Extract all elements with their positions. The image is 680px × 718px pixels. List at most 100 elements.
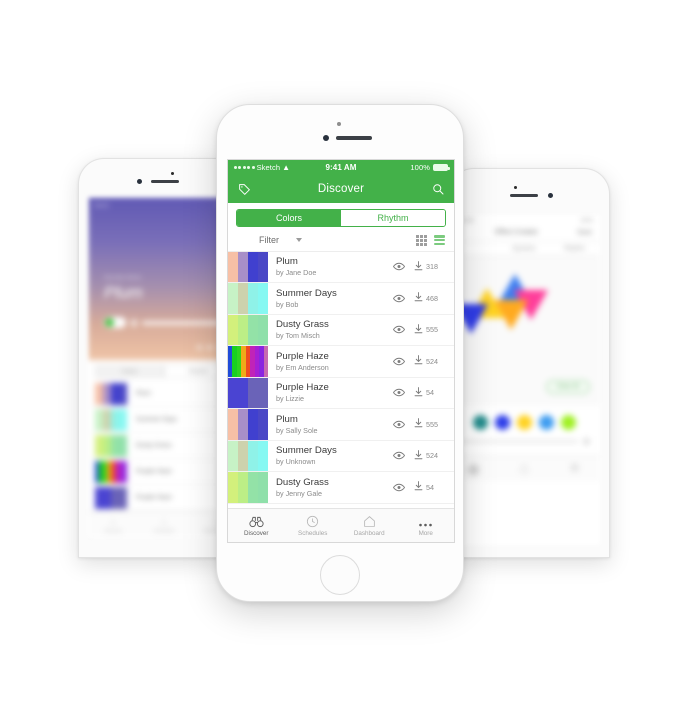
right-segmented-control[interactable]: Dynamic Rhythm [448, 242, 600, 256]
palette-row[interactable]: Summer Days by Unknown 524 [228, 440, 454, 473]
left-palette-swatch [95, 460, 127, 483]
palette-swatch [228, 377, 268, 409]
color-dot[interactable] [494, 415, 510, 430]
download-group[interactable]: 555 [414, 321, 446, 339]
left-slider-track[interactable] [142, 320, 226, 325]
wifi-icon: ▲ [282, 162, 291, 172]
palette-swatch [228, 440, 268, 472]
palette-author: by Jane Doe [276, 268, 317, 278]
download-icon[interactable] [414, 321, 423, 339]
right-seg-dynamic[interactable]: Dynamic [499, 242, 550, 255]
filter-dropdown[interactable]: Filter [259, 235, 302, 245]
right-nav-bar: Effect Creator Save [448, 224, 600, 242]
right-seg-rhythm[interactable]: Rhythm [549, 242, 600, 255]
eye-icon[interactable] [393, 388, 405, 397]
download-group[interactable]: 318 [414, 258, 446, 276]
tab-bar[interactable]: Discover Schedules Dashboard More [228, 508, 454, 542]
palette-row[interactable]: Summer Days by Bob 468 [228, 283, 454, 315]
right-effect-canvas[interactable]: Clear All [448, 256, 600, 406]
clear-all-button[interactable]: Clear All [545, 380, 590, 394]
left-slider-knob[interactable] [130, 318, 138, 327]
swatch-color [258, 314, 268, 346]
right-color-dots[interactable] [448, 406, 600, 438]
right-slider-knob[interactable] [583, 438, 590, 445]
list-view-icon[interactable] [434, 235, 445, 246]
palette-row[interactable]: Purple Haze by Em Anderson 524 [228, 346, 454, 378]
download-group[interactable]: 54 [414, 384, 446, 402]
download-group[interactable]: 524 [414, 352, 446, 370]
eye-icon[interactable] [393, 420, 405, 429]
left-segmented-control[interactable]: Colors Rhythm [95, 365, 233, 378]
palette-title: Purple Haze [276, 382, 329, 394]
right-tab-bar[interactable]: ◉ ⌂ ≡ [448, 455, 600, 481]
right-tab-home[interactable]: ⌂ [499, 456, 550, 481]
grid-view-icon[interactable] [416, 235, 427, 246]
palette-row[interactable]: Purple Haze by Lizzie 54 [228, 377, 454, 410]
right-tab-sliders[interactable]: ≡ [549, 456, 600, 481]
download-group[interactable]: 468 [414, 289, 446, 307]
front-camera-icon [323, 135, 329, 141]
download-icon[interactable] [414, 415, 423, 433]
right-slider[interactable] [448, 438, 600, 455]
download-icon[interactable] [414, 289, 423, 307]
download-icon[interactable] [414, 384, 423, 402]
swatch-color [119, 434, 127, 457]
left-palette-title: Summer Days [136, 416, 178, 423]
palette-row[interactable]: Dusty Grass by Jenny Gale 54 [228, 472, 454, 504]
color-dot[interactable] [516, 415, 532, 430]
palette-meta: Purple Haze by Lizzie [268, 378, 393, 409]
tab-schedules[interactable]: Schedules [285, 515, 342, 537]
palette-row[interactable]: Dusty Grass by Tom Misch 555 [228, 314, 454, 347]
tab-label: Schedules [298, 529, 328, 537]
download-group[interactable]: 54 [414, 478, 446, 496]
left-power-toggle[interactable] [104, 317, 126, 328]
tab-colors[interactable]: Colors [237, 210, 341, 226]
tab-rhythm[interactable]: Rhythm [341, 210, 445, 226]
tag-icon[interactable] [236, 181, 252, 197]
tab-more[interactable]: More [398, 515, 455, 537]
tab-dashboard[interactable]: Dashboard [341, 515, 398, 537]
color-dot[interactable] [538, 415, 554, 430]
eye-icon[interactable] [393, 357, 405, 366]
download-icon[interactable] [414, 478, 423, 496]
palette-swatch [228, 314, 268, 346]
battery-percent: 100% [410, 163, 430, 172]
color-dot[interactable] [560, 415, 576, 430]
palette-meta: Summer Days by Bob [268, 283, 393, 314]
view-toggle[interactable] [416, 235, 445, 246]
search-icon[interactable] [430, 181, 446, 197]
left-seg-colors[interactable]: Colors [95, 365, 164, 378]
palette-row[interactable]: Plum by Sally Sole 555 [228, 409, 454, 441]
download-group[interactable]: 555 [414, 415, 446, 433]
palette-meta: Purple Haze by Em Anderson [268, 346, 393, 377]
tab-discover[interactable]: Discover [228, 515, 285, 537]
eye-icon[interactable] [393, 325, 405, 334]
right-slider-track[interactable] [458, 440, 578, 443]
download-icon[interactable] [414, 352, 423, 370]
swatch-color [228, 251, 238, 283]
eye-icon[interactable] [393, 483, 405, 492]
page-title: Discover [317, 183, 365, 195]
download-group[interactable]: 524 [414, 447, 446, 465]
download-icon[interactable] [414, 447, 423, 465]
left-palette-swatch [95, 486, 127, 509]
download-icon[interactable] [414, 258, 423, 276]
eye-icon[interactable] [393, 451, 405, 460]
eye-icon[interactable] [393, 294, 405, 303]
right-save-button[interactable]: Save [577, 229, 592, 236]
swatch-color [248, 283, 258, 314]
home-button[interactable] [320, 555, 360, 595]
left-brightness-control[interactable] [104, 317, 226, 328]
palette-row[interactable]: Plum by Jane Doe 318 [228, 251, 454, 284]
segmented-control[interactable]: Colors Rhythm [236, 209, 446, 227]
left-tab-schedules[interactable]: ○ Schedules [139, 512, 190, 537]
color-dot[interactable] [472, 415, 488, 430]
left-palette-swatch [95, 382, 127, 405]
left-tab-discover[interactable]: ○ Discover [88, 512, 139, 537]
screenshot-stage: Sketch 9:41 AM Serenity Series Plum [0, 0, 680, 718]
eye-icon[interactable] [393, 262, 405, 271]
chevron-down-icon[interactable] [296, 238, 302, 243]
nav-bar: Discover [228, 175, 454, 203]
left-tab-label: Schedules [153, 527, 175, 533]
palette-stats: 524 [393, 346, 454, 377]
